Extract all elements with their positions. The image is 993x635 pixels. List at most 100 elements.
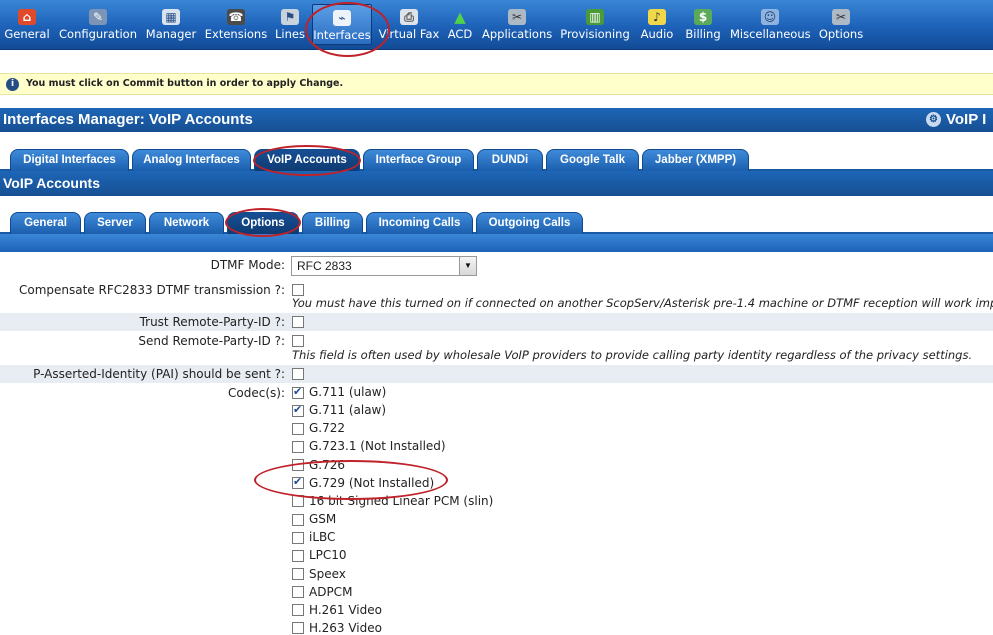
codec-checkbox[interactable] [292,568,304,580]
codec-label: G.722 [309,421,346,436]
codec-checkbox[interactable] [292,403,304,417]
toolbar-options[interactable]: ✂ Options [817,0,865,50]
toolbar-miscellaneous[interactable]: ☺ Miscellaneous [730,0,811,50]
toolbar-applications[interactable]: ✂ Applications [482,0,552,50]
codec-checkbox[interactable] [292,495,304,508]
codec-checkbox[interactable] [292,549,304,562]
codec-item: LPC10 [292,548,347,562]
section-title: VoIP Accounts [3,175,100,191]
voip-account-tabs: General Server Network Options Billing I… [0,210,993,234]
tab-general[interactable]: General [10,212,81,234]
gear-icon: ⚙ [926,112,941,127]
compensate-checkbox[interactable] [292,283,304,296]
info-icon: i [6,78,19,91]
toolbar-audio[interactable]: ♪ Audio [638,0,676,50]
toolbar-billing[interactable]: $ Billing [683,0,723,50]
codec-label: G.711 (alaw) [309,403,387,418]
tab-google-talk[interactable]: Google Talk [546,149,639,171]
header-right: ⚙ VoIP I [924,108,993,132]
codec-label: Speex [309,566,346,581]
codec-checkbox[interactable] [292,475,304,490]
codecs-label: Codec(s): [228,386,285,400]
row-dtmf: DTMF Mode: RFC 2833 ▼ [0,252,993,279]
row-trust-rpid: Trust Remote-Party-ID ?: [0,313,993,331]
codec-checkbox[interactable] [292,385,304,399]
group-icon: ☺ [761,9,779,25]
trust-rpid-checkbox[interactable] [292,315,304,328]
main-toolbar: ⌂ General ✎ Configuration ▦ Manager ☎ Ex… [0,0,993,50]
send-rpid-checkbox[interactable] [292,334,304,347]
codec-checkbox[interactable] [292,604,304,617]
codec-checkbox[interactable] [292,422,304,435]
codec-checkbox[interactable] [292,622,304,635]
codec-label: G.711 (ulaw) [309,385,387,399]
toolbar-configuration[interactable]: ✎ Configuration [58,0,138,50]
chevron-down-icon[interactable]: ▼ [459,257,476,275]
toolbar-acd[interactable]: ▲ ACD [445,0,475,50]
codec-item: 16 bit Signed Linear PCM (slin) [292,494,493,508]
tab-outgoing-calls[interactable]: Outgoing Calls [476,212,583,234]
codec-item: GSM [292,512,336,526]
home-icon: ⌂ [18,9,36,25]
tab-server[interactable]: Server [84,212,146,234]
codec-checkbox[interactable] [292,586,304,599]
codec-item: G.722 [292,421,345,435]
codec-item: G.711 (ulaw) [292,385,386,399]
options-bar [0,234,993,252]
toolbar-provisioning[interactable]: ▥ Provisioning [560,0,630,50]
codec-label: G.729 (Not Installed) [309,475,435,490]
codec-label: H.263 Video [309,620,382,635]
calendar-icon: ▦ [162,9,180,25]
toolbar-general[interactable]: ⌂ General [2,0,52,50]
row-codecs: Codec(s): G.711 (ulaw) G.711 (alaw) G.722 G… [0,383,993,635]
tab-interface-group[interactable]: Interface Group [363,149,474,171]
fax-icon: ⎙ [400,9,418,25]
codec-checkbox[interactable] [292,459,304,472]
tools-icon: ✂ [508,9,526,25]
tab-options[interactable]: Options [227,212,299,234]
notice-text: You must click on Commit button in order… [26,78,344,89]
codec-label: ADPCM [309,584,353,599]
dtmf-mode-select[interactable]: RFC 2833 ▼ [291,256,477,276]
tab-voip-accounts[interactable]: VoIP Accounts [254,149,360,171]
codec-item: G.711 (alaw) [292,403,386,417]
tab-digital-interfaces[interactable]: Digital Interfaces [10,149,129,171]
toolbar-lines[interactable]: ⚑ Lines [273,0,307,50]
triangle-icon: ▲ [454,8,466,26]
toolbar-extensions[interactable]: ☎ Extensions [204,0,268,50]
codec-item: H.263 Video [292,621,382,635]
phone-icon: ☎ [227,9,245,25]
codec-checkbox[interactable] [292,513,304,526]
tab-analog-interfaces[interactable]: Analog Interfaces [132,149,251,171]
toolbar-interfaces[interactable]: ⌁ Interfaces [312,4,372,45]
pai-checkbox[interactable] [292,367,304,380]
tab-dundi[interactable]: DUNDi [477,149,543,171]
tab-incoming-calls[interactable]: Incoming Calls [366,212,473,234]
pai-label: P-Asserted-Identity (PAI) should be sent… [33,367,285,381]
send-rpid-note: This field is often used by wholesale Vo… [292,348,973,362]
interface-tabs: Digital Interfaces Analog Interfaces VoI… [0,147,993,171]
section-header: VoIP Accounts [0,171,993,196]
toolbar-manager[interactable]: ▦ Manager [144,0,198,50]
codec-checkbox[interactable] [292,440,304,453]
codec-item: H.261 Video [292,603,382,617]
trust-rpid-label: Trust Remote-Party-ID ?: [139,315,285,329]
codec-label: 16 bit Signed Linear PCM (slin) [309,493,494,508]
codec-label: H.261 Video [309,602,382,617]
tab-jabber[interactable]: Jabber (XMPP) [642,149,749,171]
money-icon: $ [694,9,712,25]
commit-notice: i You must click on Commit button in ord… [0,73,993,95]
tab-network[interactable]: Network [149,212,224,234]
codec-item: G.723.1 (Not Installed) [292,439,446,453]
toolbar-virtual-fax[interactable]: ⎙ Virtual Fax [378,0,440,50]
codec-item: G.729 (Not Installed) [292,475,435,490]
flag-icon: ⚑ [281,9,299,25]
compensate-note: You must have this turned on if connecte… [292,296,993,310]
codec-checkbox[interactable] [292,531,304,544]
row-pai: P-Asserted-Identity (PAI) should be sent… [0,365,993,383]
dtmf-label: DTMF Mode: [210,258,285,272]
plug-icon: ⌁ [333,10,351,26]
speaker-icon: ♪ [648,9,666,25]
tab-billing[interactable]: Billing [302,212,363,234]
wrench-icon: ✎ [89,9,107,25]
